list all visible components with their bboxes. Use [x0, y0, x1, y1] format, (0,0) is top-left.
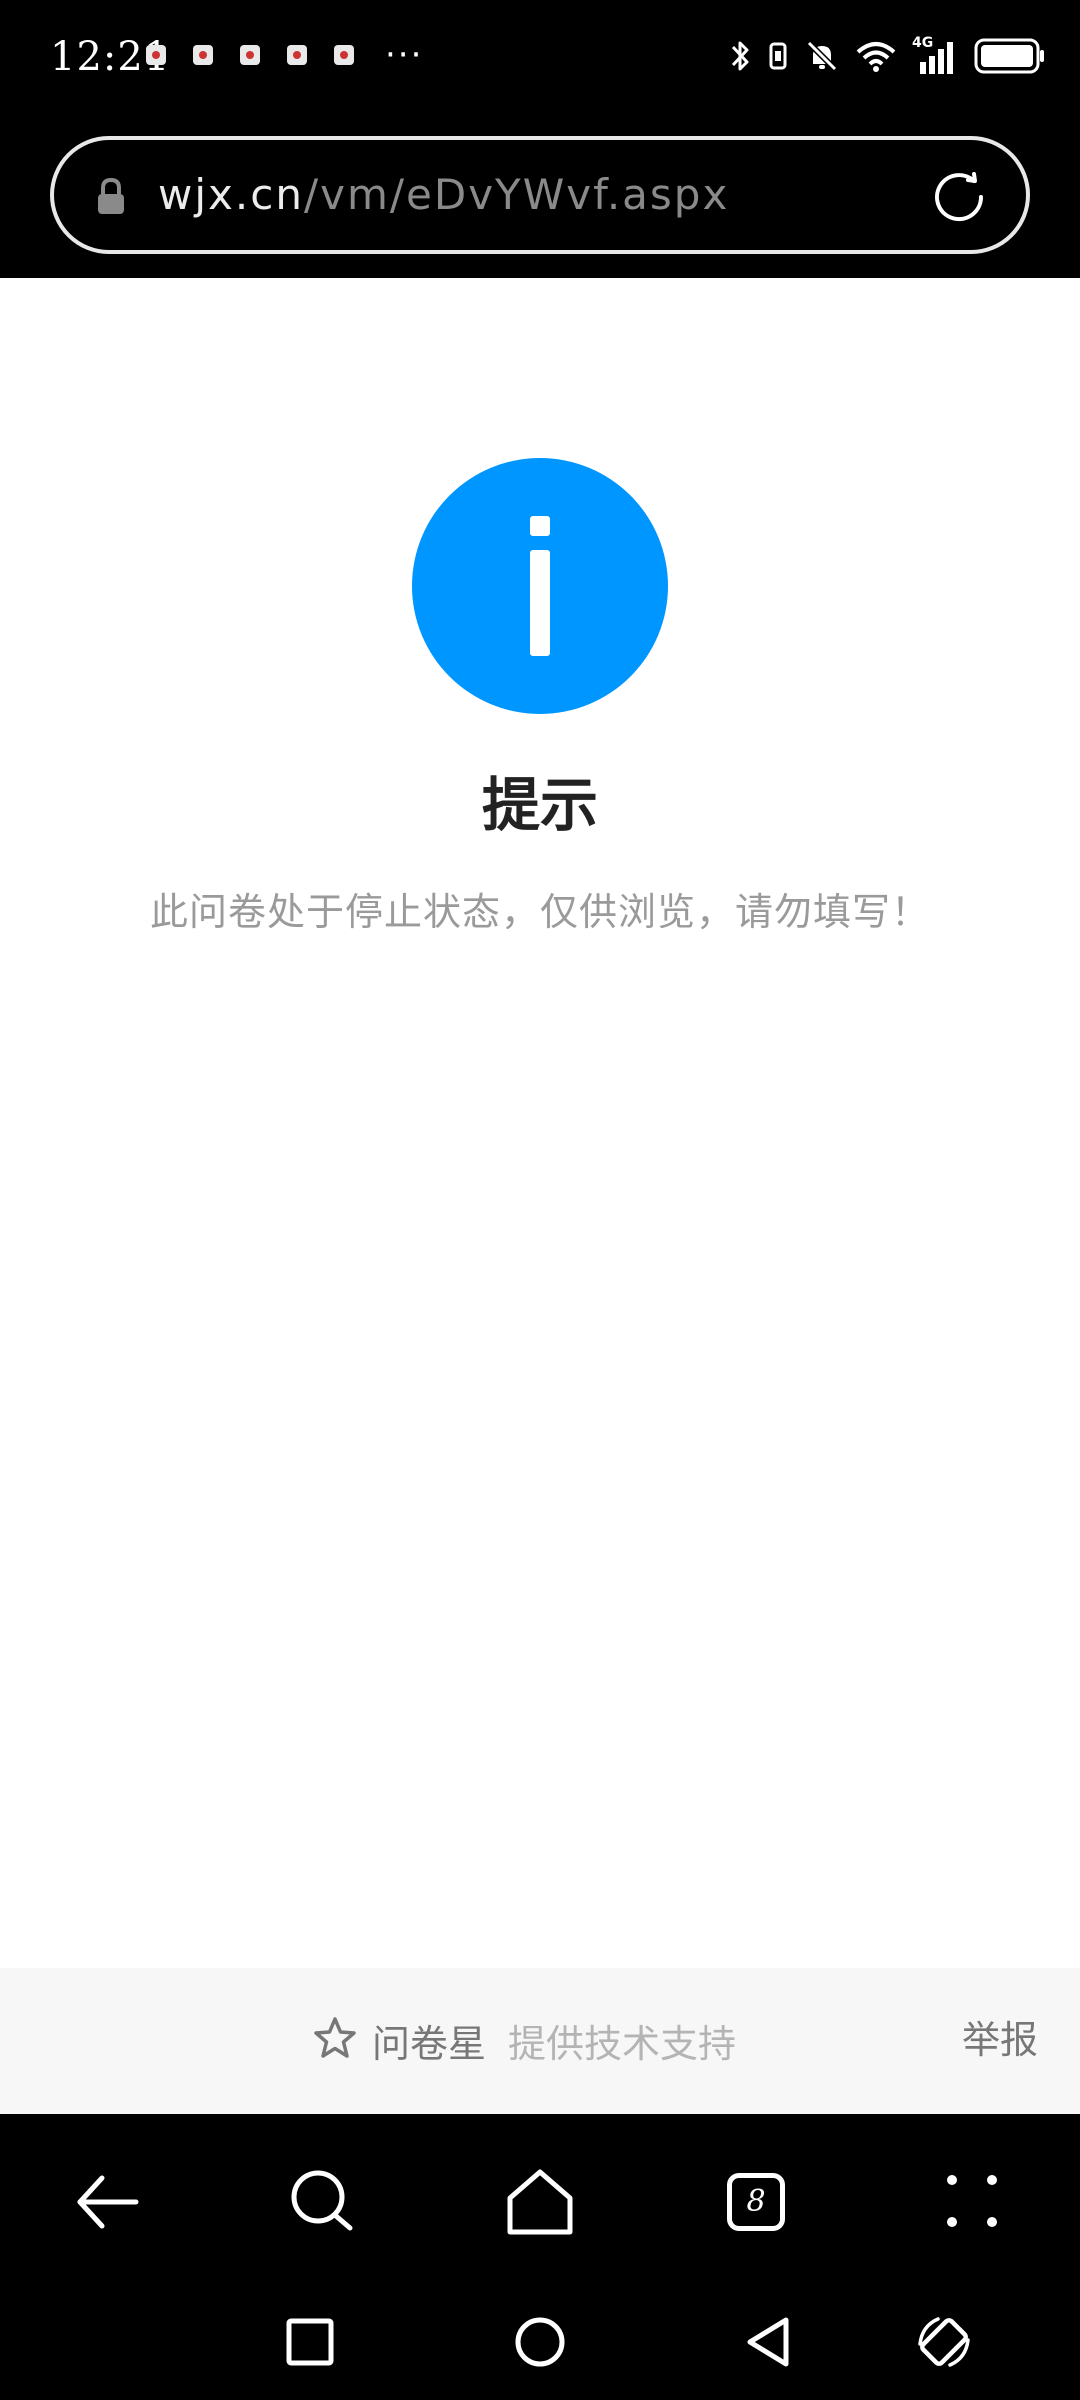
- tabs-button[interactable]: 8: [720, 2166, 792, 2238]
- rotate-icon: [916, 2314, 972, 2370]
- support-text: 提供技术支持: [508, 2021, 737, 2066]
- address-bar[interactable]: wjx.cn/vm/eDvYWvf.aspx: [50, 136, 1030, 254]
- notice-title: 提示: [481, 771, 598, 839]
- system-navigation-bar: [0, 2284, 1080, 2400]
- home-circle-icon: [512, 2314, 568, 2370]
- wifi-icon: [854, 38, 898, 74]
- system-back-button[interactable]: [742, 2314, 798, 2370]
- notification-icons: ···: [146, 35, 424, 75]
- notification-app-icon: [240, 45, 260, 65]
- report-link[interactable]: 举报: [962, 2010, 1038, 2070]
- browser-toolbar: 8: [0, 2114, 1080, 2284]
- browser-header: wjx.cn/vm/eDvYWvf.aspx: [0, 118, 1080, 278]
- rotate-button[interactable]: [916, 2314, 972, 2370]
- notification-app-icon: [334, 45, 354, 65]
- menu-dots-icon: [936, 2166, 1008, 2238]
- lock-icon[interactable]: [94, 176, 128, 222]
- support-footer: 问卷星 提供技术支持 举报: [0, 1968, 1080, 2114]
- search-icon: [286, 2166, 358, 2238]
- recents-square-icon: [282, 2314, 338, 2370]
- home-icon: [504, 2166, 576, 2238]
- reload-icon[interactable]: [928, 166, 990, 228]
- brand-name: 问卷星: [372, 2021, 487, 2066]
- bluetooth-icon: [730, 38, 752, 74]
- vibrate-icon: [766, 38, 790, 74]
- url-text[interactable]: wjx.cn/vm/eDvYWvf.aspx: [158, 168, 729, 222]
- menu-button[interactable]: [936, 2166, 1008, 2238]
- notification-app-icon: [146, 45, 166, 65]
- recents-button[interactable]: [282, 2314, 338, 2370]
- url-path: /vm/eDvYWvf.aspx: [303, 170, 730, 219]
- status-bar: 12:21 ··· 4G: [0, 0, 1080, 118]
- system-status-icons: 4G: [730, 34, 1046, 78]
- search-button[interactable]: [286, 2166, 358, 2238]
- battery-icon: [974, 37, 1046, 75]
- notice-message: 此问卷处于停止状态，仅供浏览，请勿填写！: [149, 890, 930, 934]
- signal-icon: 4G: [912, 36, 960, 76]
- tabs-icon: 8: [727, 2173, 785, 2231]
- url-host: wjx.cn: [158, 170, 304, 219]
- back-triangle-icon: [742, 2314, 798, 2370]
- info-icon: [412, 458, 668, 714]
- notification-app-icon: [193, 45, 213, 65]
- mute-icon: [804, 38, 840, 74]
- info-icon-dot: [530, 516, 550, 536]
- home-button[interactable]: [504, 2166, 576, 2238]
- more-notifications-icon: ···: [385, 35, 424, 75]
- notification-app-icon: [287, 45, 307, 65]
- back-button[interactable]: [72, 2166, 144, 2238]
- star-icon: [312, 2015, 358, 2065]
- back-arrow-icon: [72, 2166, 144, 2238]
- system-home-button[interactable]: [512, 2314, 568, 2370]
- info-icon-bar: [530, 550, 550, 656]
- brand-link[interactable]: 问卷星 提供技术支持: [312, 2010, 736, 2070]
